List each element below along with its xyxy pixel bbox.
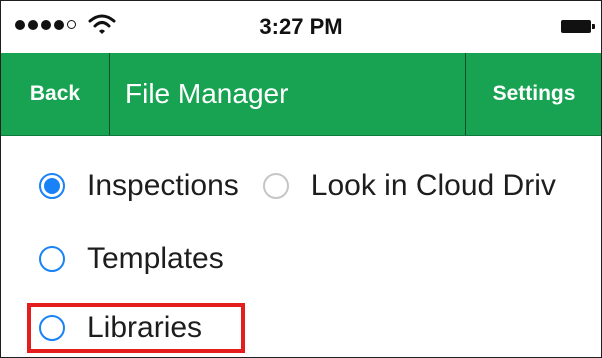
- back-button[interactable]: Back: [1, 53, 110, 135]
- settings-button[interactable]: Settings: [465, 53, 602, 135]
- option-label-inspections: Inspections: [87, 169, 239, 202]
- page-title: File Manager: [125, 78, 289, 109]
- app-screen: 3:27 PM Back File Manager Settings Inspe…: [0, 0, 602, 358]
- navigation-bar: Back File Manager Settings: [1, 53, 601, 136]
- radio-inspections[interactable]: [39, 173, 65, 199]
- status-time: 3:27 PM: [259, 14, 343, 39]
- option-label-templates: Templates: [87, 242, 224, 275]
- option-row-inspections: Inspections Look in Cloud Driv: [39, 156, 556, 216]
- radio-look-in-cloud-drive[interactable]: [262, 173, 289, 199]
- battery-icon: [561, 20, 595, 33]
- option-row-templates: Templates: [39, 229, 224, 289]
- option-label-look-in-cloud-drive: Look in Cloud Driv: [310, 169, 556, 202]
- status-bar: 3:27 PM: [1, 1, 601, 54]
- radio-templates[interactable]: [39, 246, 65, 272]
- libraries-highlight-box: [27, 303, 245, 353]
